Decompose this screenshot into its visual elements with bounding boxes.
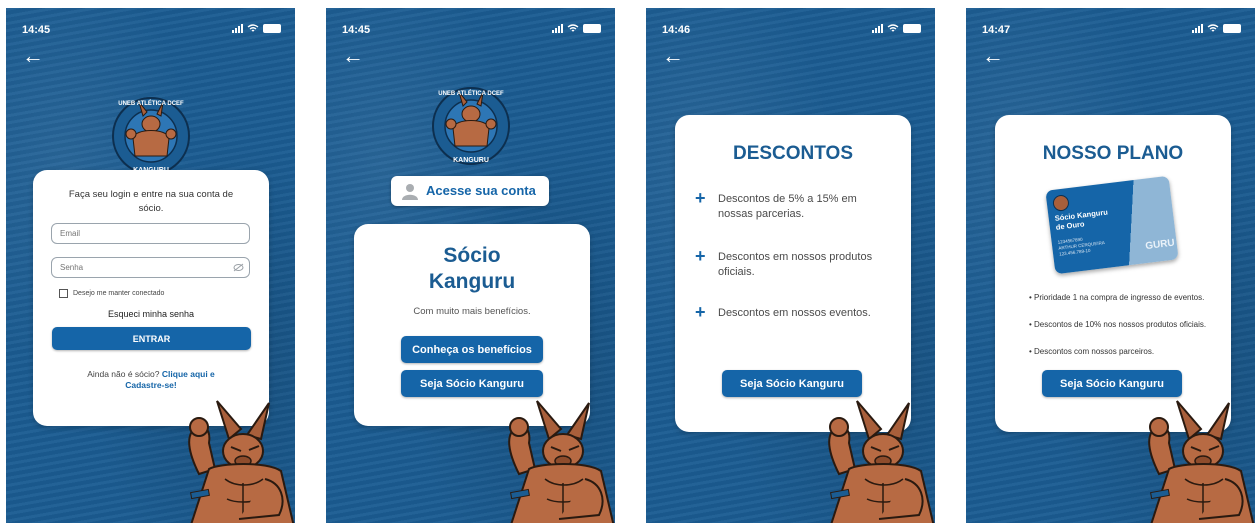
signal-icon [232,24,243,33]
member-card: Sócio Kanguru de Ouro 1234567890 ARTHUR … [1045,175,1179,275]
account-button-label: Acesse sua conta [426,183,536,198]
screen-plano: 14:47 ← NOSSO PLANO Sócio Kanguru de Our… [966,8,1255,523]
discount-item: Descontos em nossos produtos oficiais. [718,251,873,278]
wifi-icon [567,24,579,32]
status-icons [872,24,921,33]
wifi-icon [1207,24,1219,32]
enter-button[interactable]: ENTRAR [52,327,251,350]
socio-title-line2: Kanguru [428,270,516,293]
signup-text: Ainda não é sócio? Clique aqui e Cadastr… [73,369,229,391]
status-time: 14:47 [982,24,1011,36]
back-arrow-icon[interactable]: ← [982,45,1004,67]
screen-descontos: 14:46 ← DESCONTOS + Descontos de 5% a 15… [646,8,935,523]
plan-bullet: • Descontos de 10% nos nossos produtos o… [1029,320,1207,329]
password-field[interactable] [51,257,250,278]
battery-icon [903,24,921,33]
back-arrow-icon[interactable]: ← [22,45,44,67]
checkbox-icon[interactable] [59,289,68,298]
join-button[interactable]: Seja Sócio Kanguru [401,370,543,397]
account-button[interactable]: Acesse sua conta [391,176,549,206]
eye-off-icon[interactable] [233,263,244,272]
battery-icon [583,24,601,33]
kangaroo-mascot [1148,400,1255,523]
wifi-icon [887,24,899,32]
socio-subtitle: Com muito mais benefícios. [413,306,531,317]
plus-icon: + [695,188,706,208]
plan-bullet-text: Descontos com nossos parceiros. [1034,347,1155,356]
status-time: 14:45 [22,24,51,36]
login-intro: Faça seu login e entre na sua conta de s… [68,189,234,214]
battery-icon [263,24,281,33]
plan-bullet-text: Prioridade 1 na compra de ingresso de ev… [1034,293,1205,302]
signal-icon [552,24,563,33]
member-card-brand: GURU [1144,237,1176,253]
join-button[interactable]: Seja Sócio Kanguru [1042,370,1182,397]
user-icon [402,184,418,200]
email-field[interactable] [51,223,250,244]
kangaroo-mascot [508,400,615,523]
kangaroo-mascot [828,400,935,523]
socio-title-line1: Sócio [443,244,501,267]
member-card-name-line2: de Ouro [1055,219,1085,232]
discounts-card: DESCONTOS + Descontos de 5% a 15% em nos… [675,115,911,432]
status-icons [1192,24,1241,33]
remember-label: Desejo me manter conectado [73,290,165,297]
plan-title: NOSSO PLANO [1042,143,1184,164]
back-arrow-icon[interactable]: ← [662,45,684,67]
discount-item: Descontos em nossos eventos. [718,307,871,319]
screen-socio: 14:45 ← UNEB ATLÉTICA DCEF KANGURU Acess… [326,8,615,523]
status-time: 14:45 [342,24,371,36]
discount-item: Descontos de 5% a 15% em nossas parceria… [718,193,857,220]
back-arrow-icon[interactable]: ← [342,45,364,67]
signup-prefix: Ainda não é sócio? [87,369,160,379]
plus-icon: + [695,246,706,266]
status-icons [232,24,281,33]
benefits-button[interactable]: Conheça os benefícios [401,336,543,363]
logo: UNEB ATLÉTICA DCEF KANGURU [112,97,190,175]
logo-bottom-text: KANGURU [453,157,489,164]
plan-bullet: • Descontos com nossos parceiros. [1029,347,1155,356]
plus-icon: + [695,302,706,322]
plan-bullet-text: Descontos de 10% nos nossos produtos ofi… [1034,320,1207,329]
socio-card: Sócio Kanguru Com muito mais benefícios.… [354,224,590,426]
wifi-icon [247,24,259,32]
signal-icon [872,24,883,33]
status-time: 14:46 [662,24,691,36]
forgot-password-link[interactable]: Esqueci minha senha [33,309,269,319]
logo: UNEB ATLÉTICA DCEF KANGURU [432,87,510,165]
logo-top-text: UNEB ATLÉTICA DCEF [438,89,504,97]
battery-icon [1223,24,1241,33]
discounts-title: DESCONTOS [732,143,853,164]
plan-bullet: • Prioridade 1 na compra de ingresso de … [1029,293,1205,302]
screen-login: 14:45 ← UNEB ATLÉTICA DCEF KANGURU Faça … [6,8,295,523]
login-card: Faça seu login e entre na sua conta de s… [33,170,269,426]
join-button[interactable]: Seja Sócio Kanguru [722,370,862,397]
plan-card: NOSSO PLANO Sócio Kanguru de Ouro 123456… [995,115,1231,432]
logo-top-text: UNEB ATLÉTICA DCEF [118,99,184,107]
signal-icon [1192,24,1203,33]
kangaroo-mascot [188,400,295,523]
status-icons [552,24,601,33]
member-card-logo [1052,194,1070,212]
